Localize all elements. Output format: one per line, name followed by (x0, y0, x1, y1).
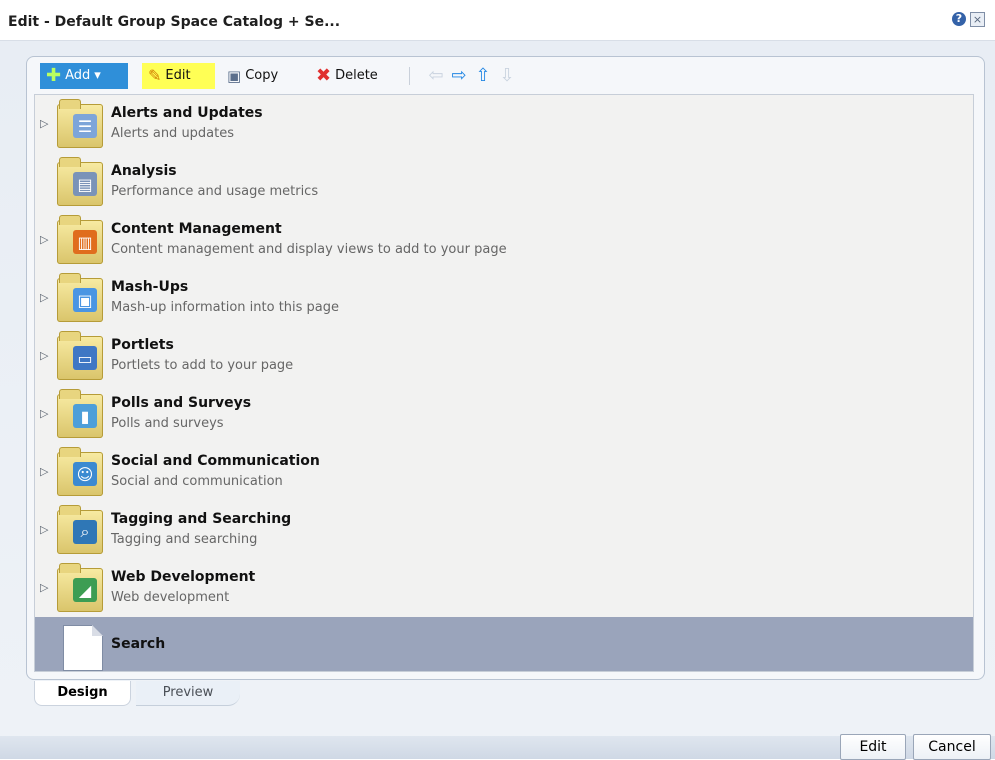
message-icon: ☰ (73, 114, 97, 138)
expand-triangle-icon[interactable]: ▷ (40, 234, 50, 246)
expand-triangle-icon[interactable]: ▷ (40, 292, 50, 304)
catalog-row-portlets[interactable]: ▷ ▭ Portlets Portlets to add to your pag… (35, 327, 973, 386)
row-description: Portlets to add to your page (111, 358, 294, 373)
web-development-folder-icon: ◢ (57, 563, 103, 612)
people-icon: ☺ (73, 462, 97, 486)
chart-document-icon: ▤ (73, 172, 97, 196)
row-description: Content management and display views to … (111, 242, 507, 257)
row-title: Tagging and Searching (111, 511, 292, 527)
catalog-row-alerts-and-updates[interactable]: ▷ ☰ Alerts and Updates Alerts and update… (35, 95, 973, 154)
portlet-icon: ▭ (73, 346, 97, 370)
edit-button[interactable]: Edit (840, 734, 906, 760)
portlets-folder-icon: ▭ (57, 331, 103, 380)
expand-triangle-icon[interactable]: ▷ (40, 524, 50, 536)
catalog-row-content-management[interactable]: ▷ ▥ Content Management Content managemen… (35, 211, 973, 270)
catalog-row-search[interactable]: Search (35, 617, 973, 671)
add-button-label: Add (65, 68, 91, 83)
catalog-toolbar: ✚ Add ▾ ✎ Edit ▣ Copy ✖ Delete ⇦ ⇨ ⇧ ⇩ (35, 59, 980, 93)
row-title: Search (111, 636, 166, 652)
add-button[interactable]: ✚ Add ▾ (40, 63, 128, 89)
row-description: Social and communication (111, 474, 283, 489)
toolbar-separator (409, 67, 410, 85)
copy-button[interactable]: ▣ Copy (221, 63, 303, 89)
triangle-icon: ◢ (73, 578, 97, 602)
row-description: Tagging and searching (111, 532, 258, 547)
analysis-folder-icon: ▤ (57, 157, 103, 206)
catalog-row-social-and-communication[interactable]: ▷ ☺ Social and Communication Social and … (35, 443, 973, 502)
mashups-folder-icon: ▣ (57, 273, 103, 322)
catalog-row-tagging-and-searching[interactable]: ▷ ⌕ Tagging and Searching Tagging and se… (35, 501, 973, 560)
copy-button-label: Copy (245, 68, 279, 83)
delete-x-icon: ✖ (316, 65, 332, 86)
windows-icon: ▣ (73, 288, 97, 312)
chevron-down-icon: ▾ (94, 68, 101, 83)
social-folder-icon: ☺ (57, 447, 103, 496)
row-title: Portlets (111, 337, 174, 353)
tab-design[interactable]: Design (34, 681, 131, 706)
tab-preview[interactable]: Preview (136, 681, 240, 706)
row-title: Analysis (111, 163, 177, 179)
cancel-button[interactable]: Cancel (913, 734, 991, 760)
copy-icon: ▣ (227, 67, 242, 85)
catalog-row-analysis[interactable]: ▤ Analysis Performance and usage metrics (35, 153, 973, 212)
dialog-title: Edit - Default Group Space Catalog + Se.… (8, 14, 341, 30)
search-icon: ⌕ (73, 520, 97, 544)
expand-triangle-icon[interactable]: ▷ (40, 582, 50, 594)
books-icon: ▥ (73, 230, 97, 254)
bar-chart-icon: ▮ (73, 404, 97, 428)
arrow-left-icon[interactable]: ⇦ (426, 65, 446, 86)
plus-icon: ✚ (46, 65, 62, 86)
edit-toolbar-button[interactable]: ✎ Edit (142, 63, 215, 89)
row-description: Mash-up information into this page (111, 300, 340, 315)
row-description: Performance and usage metrics (111, 184, 319, 199)
dialog-title-bar: Edit - Default Group Space Catalog + Se.… (0, 0, 995, 41)
row-title: Social and Communication (111, 453, 320, 469)
row-title: Web Development (111, 569, 256, 585)
arrow-down-icon[interactable]: ⇩ (497, 65, 517, 86)
row-title: Mash-Ups (111, 279, 189, 295)
arrow-up-icon[interactable]: ⇧ (473, 65, 493, 86)
edit-toolbar-label: Edit (165, 68, 191, 83)
document-icon (63, 625, 103, 671)
row-title: Alerts and Updates (111, 105, 263, 121)
catalog-row-mash-ups[interactable]: ▷ ▣ Mash-Ups Mash-up information into th… (35, 269, 973, 328)
row-description: Polls and surveys (111, 416, 224, 431)
catalog-list: ▷ ☰ Alerts and Updates Alerts and update… (34, 94, 974, 672)
close-icon[interactable]: × (970, 12, 985, 27)
row-description: Alerts and updates (111, 126, 235, 141)
row-description: Web development (111, 590, 230, 605)
expand-triangle-icon[interactable]: ▷ (40, 118, 50, 130)
expand-triangle-icon[interactable]: ▷ (40, 466, 50, 478)
arrow-right-icon[interactable]: ⇨ (449, 65, 469, 86)
pencil-icon: ✎ (148, 66, 162, 85)
expand-triangle-icon[interactable]: ▷ (40, 408, 50, 420)
expand-triangle-icon[interactable]: ▷ (40, 350, 50, 362)
delete-button[interactable]: ✖ Delete (310, 63, 396, 89)
delete-button-label: Delete (335, 68, 378, 83)
catalog-row-polls-and-surveys[interactable]: ▷ ▮ Polls and Surveys Polls and surveys (35, 385, 973, 444)
alerts-folder-icon: ☰ (57, 99, 103, 148)
help-icon[interactable]: ? (952, 12, 966, 26)
catalog-row-web-development[interactable]: ▷ ◢ Web Development Web development (35, 559, 973, 618)
row-title: Polls and Surveys (111, 395, 252, 411)
tagging-folder-icon: ⌕ (57, 505, 103, 554)
row-title: Content Management (111, 221, 282, 237)
polls-folder-icon: ▮ (57, 389, 103, 438)
content-management-folder-icon: ▥ (57, 215, 103, 264)
